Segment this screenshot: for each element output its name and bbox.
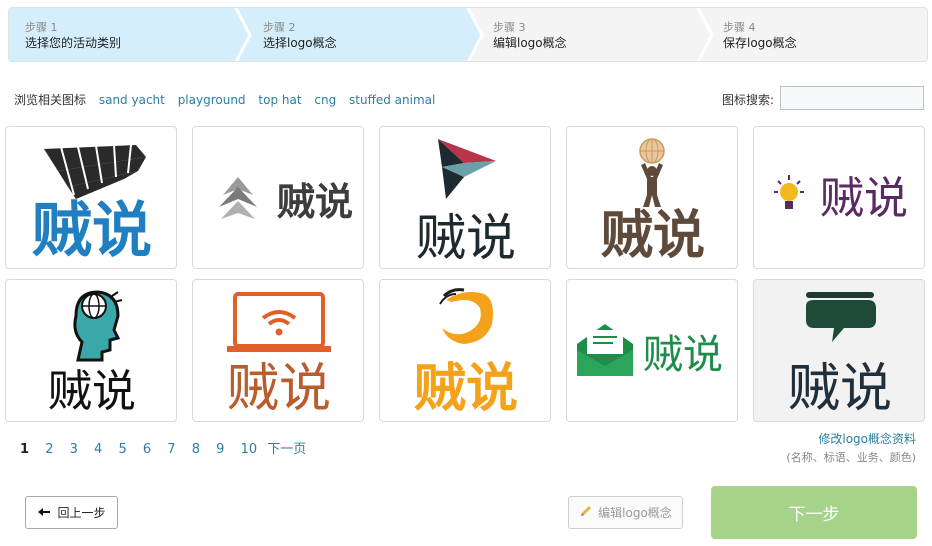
checkered-wave-icon: 贼说 — [32, 144, 152, 266]
edit-concept-info: 修改logo概念资料 (名称、标语、业务、颜色) — [786, 430, 916, 465]
tag-link[interactable]: sand yacht — [99, 93, 165, 107]
logo-brand-text: 贼说 — [788, 359, 892, 419]
step-label: 选择logo概念 — [263, 36, 337, 50]
page-link[interactable]: 9 — [216, 442, 224, 457]
page-link[interactable]: 2 — [45, 442, 53, 457]
back-button[interactable]: 回上一步 — [25, 496, 118, 529]
logo-brand-text: 贼说 — [32, 196, 152, 266]
tag-link[interactable]: cng — [314, 93, 336, 107]
lightbulb-icon: 贼说 — [774, 173, 908, 224]
tag-link[interactable]: playground — [178, 93, 246, 107]
page-link[interactable]: 5 — [118, 442, 126, 457]
step-4[interactable]: 步骤 4 保存logo概念 — [698, 8, 927, 61]
step-1[interactable]: 步骤 1 选择您的活动类别 — [9, 8, 238, 61]
logo-card[interactable]: 贼说 — [379, 126, 551, 269]
logo-card[interactable]: 贼说 — [192, 126, 364, 269]
edit-logo-button[interactable]: 编辑logo概念 — [568, 496, 683, 529]
logo-brand-text: 贼说 — [820, 173, 908, 224]
logo-card[interactable]: 贼说 — [566, 279, 738, 422]
next-page-link[interactable]: 下一页 — [267, 442, 306, 457]
speech-bubble-icon: 贼说 — [788, 292, 892, 419]
logo-card[interactable]: 贼说 — [753, 126, 925, 269]
edit-concept-hint: (名称、标语、业务、颜色) — [786, 451, 916, 464]
search-label: 图标搜索: — [722, 93, 775, 107]
logo-card[interactable]: 贼说 — [5, 126, 177, 269]
step-number: 步骤 4 — [723, 21, 756, 34]
steps-bar: 步骤 1 选择您的活动类别 步骤 2 选择logo概念 步骤 3 编辑logo概… — [8, 7, 928, 62]
pencil-icon — [579, 504, 593, 521]
page-link[interactable]: 7 — [167, 442, 175, 457]
step-label: 选择您的活动类别 — [25, 36, 122, 50]
logo-card[interactable]: 贼说 — [566, 126, 738, 269]
arrow-left-icon — [37, 506, 51, 520]
logo-brand-text: 贼说 — [601, 206, 705, 266]
envelope-icon: 贼说 — [577, 324, 723, 378]
step-number: 步骤 2 — [263, 21, 296, 34]
step-2[interactable]: 步骤 2 选择logo概念 — [238, 8, 468, 61]
page-link[interactable]: 8 — [192, 442, 200, 457]
triple-chevron-icon: 贼说 — [219, 177, 353, 224]
step-label: 编辑logo概念 — [493, 36, 567, 50]
next-step-button[interactable]: 下一步 — [711, 486, 917, 539]
logo-card[interactable]: 贼说 — [5, 279, 177, 422]
paper-plane-arrow-icon: 贼说 — [416, 139, 516, 267]
pagination: 1 2 3 4 5 6 7 8 9 10 下一页 — [20, 438, 318, 457]
logo-brand-text: 贼说 — [48, 366, 136, 417]
related-label: 浏览相关图标 — [14, 93, 87, 107]
page-link[interactable]: 4 — [94, 442, 102, 457]
step-label: 保存logo概念 — [723, 36, 797, 50]
page-link-current[interactable]: 1 — [20, 442, 29, 457]
edit-logo-button-label: 编辑logo概念 — [598, 506, 672, 520]
logo-card[interactable]: 贼说 — [379, 279, 551, 422]
related-icons: 浏览相关图标 sand yacht playground top hat cng… — [14, 91, 435, 108]
step-number: 步骤 3 — [493, 21, 526, 34]
logo-brand-text: 贼说 — [277, 180, 353, 224]
page-link[interactable]: 10 — [241, 442, 258, 457]
logo-brand-text: 贼说 — [227, 359, 331, 419]
head-globe-icon: 贼说 — [48, 290, 136, 417]
tag-link[interactable]: top hat — [258, 93, 301, 107]
page-link[interactable]: 6 — [143, 442, 151, 457]
globe-figure-icon: 贼说 — [601, 138, 705, 266]
logo-brand-text: 贼说 — [416, 209, 516, 267]
back-button-label: 回上一步 — [57, 506, 106, 520]
icon-search-input[interactable] — [780, 86, 924, 110]
logo-card-selected[interactable]: 贼说 — [753, 279, 925, 422]
logo-card[interactable]: 贼说 — [192, 279, 364, 422]
logo-brand-text: 贼说 — [643, 332, 723, 378]
edit-concept-link[interactable]: 修改logo概念资料 — [786, 430, 916, 447]
step-number: 步骤 1 — [25, 21, 58, 34]
logo-brand-text: 贼说 — [414, 359, 518, 419]
laptop-wifi-icon: 贼说 — [227, 292, 331, 419]
swoosh-q-icon: 贼说 — [414, 288, 518, 419]
page-link[interactable]: 3 — [70, 442, 78, 457]
tag-link[interactable]: stuffed animal — [349, 93, 435, 107]
step-3[interactable]: 步骤 3 编辑logo概念 — [468, 8, 698, 61]
